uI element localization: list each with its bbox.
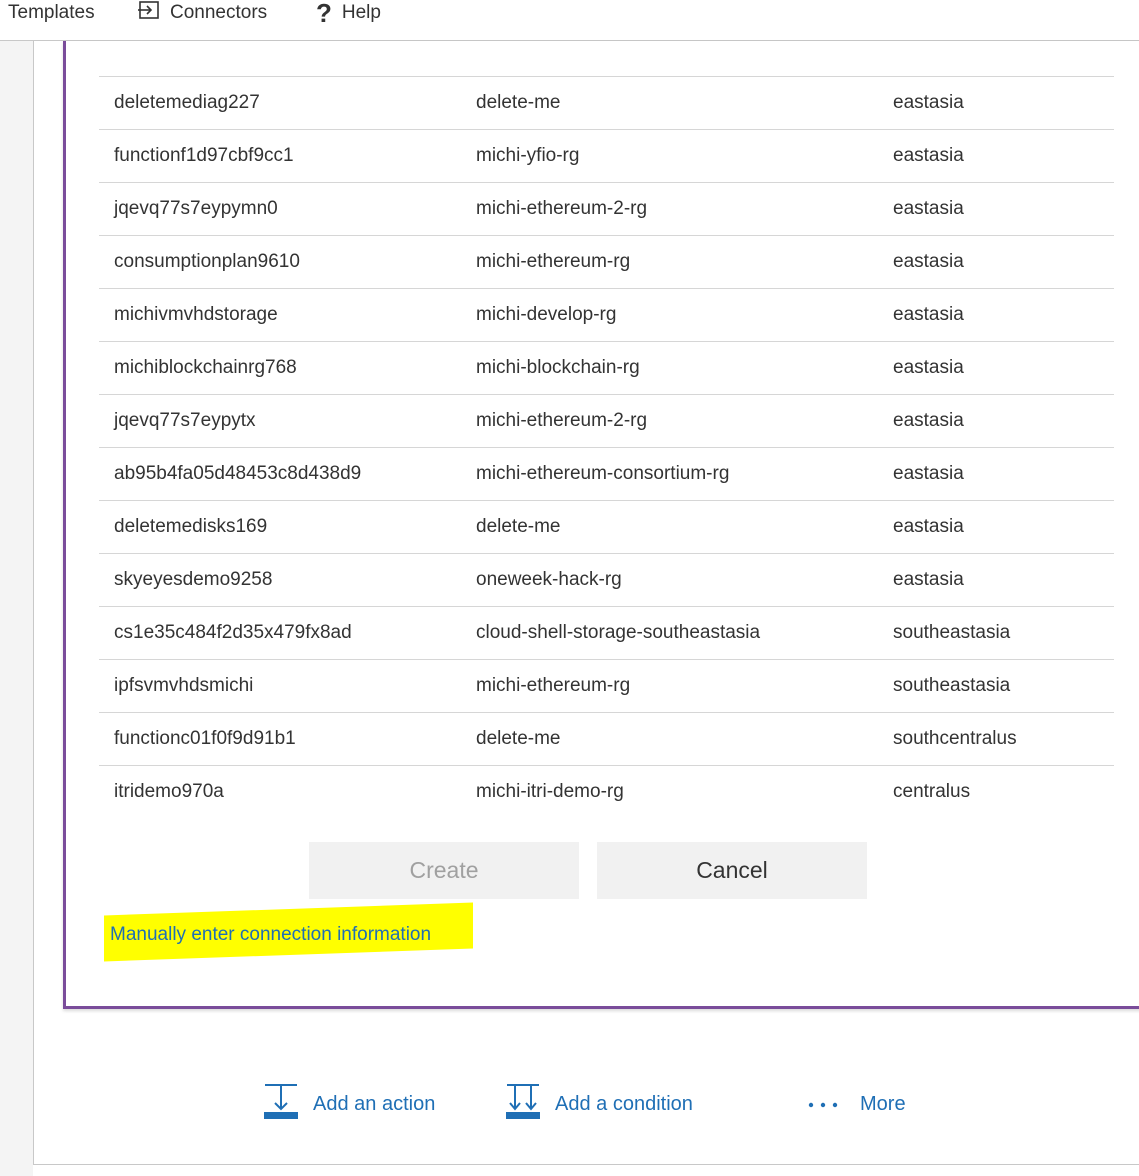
ellipsis-icon	[806, 1093, 846, 1116]
row-location: eastasia	[893, 463, 964, 484]
row-location: centralus	[893, 781, 971, 802]
row-name: ab95b4fa05d48453c8d438d9	[114, 463, 362, 484]
table-row-partial: ~	[99, 45, 1114, 77]
table-row[interactable]: michivmvhdstorage michi-develop-rg eastasi…	[99, 289, 1114, 342]
row-name: jqevq77s7eypymn0	[114, 198, 278, 219]
row-location: southcentralus	[893, 728, 1017, 749]
table-row[interactable]: deletemediag227 delete-me eastasia	[99, 77, 1114, 130]
templates-label: Templates	[8, 2, 95, 23]
row-resource-group: delete-me	[476, 516, 561, 537]
row-resource-group: michi-develop-rg	[476, 304, 617, 325]
row-name: itridemo970a	[114, 781, 224, 802]
connectors-button[interactable]: Connectors	[138, 0, 267, 26]
row-resource-group: delete-me	[476, 728, 561, 749]
cancel-button[interactable]: Cancel	[597, 842, 867, 899]
more-button[interactable]: More	[806, 1082, 906, 1126]
left-gutter	[0, 41, 33, 1176]
table-row[interactable]: ab95b4fa05d48453c8d438d9 michi-ethereum-c…	[99, 448, 1114, 501]
table-row[interactable]: jqevq77s7eypymn0 michi-ethereum-2-rg easta…	[99, 183, 1114, 236]
row-location: eastasia	[893, 92, 964, 113]
table-row[interactable]: ipfsvmvhdsmichi michi-ethereum-rg southeas…	[99, 660, 1114, 713]
row-resource-group: michi-ethereum-2-rg	[476, 410, 648, 431]
connector-icon	[138, 0, 160, 27]
add-condition-icon	[505, 1081, 541, 1127]
help-label: Help	[341, 2, 381, 23]
row-location: eastasia	[893, 251, 964, 272]
row-resource-group: michi-itri-demo-rg	[476, 781, 624, 802]
row-location: eastasia	[893, 304, 964, 325]
row-name: skyeyesdemo9258	[114, 569, 273, 590]
more-label: More	[860, 1092, 906, 1115]
row-name: consumptionplan9610	[114, 251, 300, 272]
row-resource-group: michi-ethereum-2-rg	[476, 198, 648, 219]
row-resource-group: cloud-shell-storage-southeastasia	[476, 622, 761, 643]
templates-button[interactable]: Templates	[8, 0, 95, 26]
row-name: ~	[114, 45, 125, 71]
row-name: ipfsvmvhdsmichi	[114, 675, 254, 696]
row-location: eastasia	[893, 357, 964, 378]
add-action-label: Add an action	[313, 1092, 436, 1115]
manual-connection-link[interactable]: Manually enter connection information	[104, 917, 437, 953]
table-row[interactable]: functionc01f0f9d91b1 delete-me southcentra…	[99, 713, 1114, 766]
row-location: southeastasia	[893, 622, 1011, 643]
add-condition-label: Add a condition	[555, 1092, 693, 1115]
row-name: deletemediag227	[114, 92, 260, 113]
table-row[interactable]: michiblockchainrg768 michi-blockchain-rg e…	[99, 342, 1114, 395]
row-resource-group: delete-me	[476, 92, 561, 113]
table-row[interactable]: deletemedisks169 delete-me eastasia	[99, 501, 1114, 554]
flow-actions-bar: Add an action Add a condition More	[0, 1082, 1139, 1126]
add-action-button[interactable]: Add an action	[263, 1082, 435, 1126]
row-resource-group: oneweek-hack-rg	[476, 569, 622, 590]
row-location: eastasia	[893, 145, 964, 166]
create-button[interactable]: Create	[309, 842, 579, 899]
row-location: eastasia	[893, 410, 964, 431]
row-location: southeastasia	[893, 675, 1011, 696]
table-row[interactable]: cs1e35c484f2d35x479fx8ad cloud-shell-stor…	[99, 607, 1114, 660]
add-action-icon	[263, 1081, 299, 1127]
row-name: functionf1d97cbf9cc1	[114, 145, 294, 166]
question-icon: ?	[316, 0, 332, 28]
connectors-label: Connectors	[170, 2, 268, 23]
row-name: deletemedisks169	[114, 516, 268, 537]
manual-connection-link-label: Manually enter connection information	[110, 924, 432, 945]
row-location: eastasia	[893, 569, 964, 590]
row-resource-group: michi-blockchain-rg	[476, 357, 640, 378]
row-name: functionc01f0f9d91b1	[114, 728, 296, 749]
row-resource-group: michi-ethereum-rg	[476, 251, 631, 272]
row-name: jqevq77s7eypytx	[114, 410, 256, 431]
row-location: eastasia	[893, 516, 964, 537]
designer-toolbar: Templates Connectors ? Help	[0, 0, 1139, 41]
add-condition-button[interactable]: Add a condition	[505, 1082, 693, 1126]
row-name: michivmvhdstorage	[114, 304, 278, 325]
table-row[interactable]: consumptionplan9610 michi-ethereum-rg east…	[99, 236, 1114, 289]
row-name: cs1e35c484f2d35x479fx8ad	[114, 622, 352, 643]
table-row[interactable]: itridemo970a michi-itri-demo-rg centralus	[99, 766, 1114, 818]
table-row[interactable]: jqevq77s7eypytx michi-ethereum-2-rg eastas…	[99, 395, 1114, 448]
row-name: michiblockchainrg768	[114, 357, 297, 378]
row-resource-group: michi-ethereum-rg	[476, 675, 631, 696]
row-resource-group: michi-yfio-rg	[476, 145, 580, 166]
row-resource-group: michi-ethereum-consortium-rg	[476, 463, 730, 484]
table-row[interactable]: skyeyesdemo9258 oneweek-hack-rg eastasia	[99, 554, 1114, 607]
table-row[interactable]: functionf1d97cbf9cc1 michi-yfio-rg eastasi…	[99, 130, 1114, 183]
row-location: eastasia	[893, 198, 964, 219]
storage-account-table: ~ deletemediag227 delete-me eastasia funct…	[99, 45, 1114, 818]
help-button[interactable]: ? Help	[316, 0, 381, 26]
